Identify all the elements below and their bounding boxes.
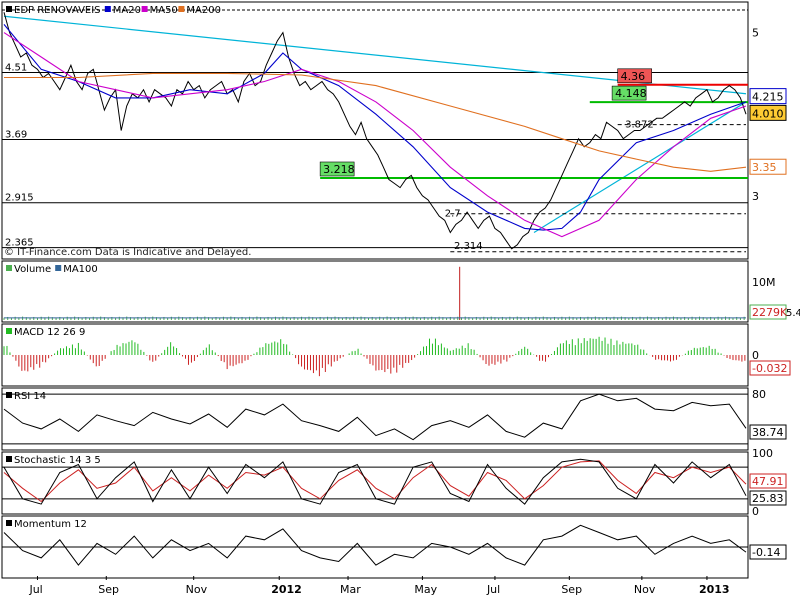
momentum-panel: Momentum 12 -0.14 [1,515,787,579]
right-label-0: 4.215 [752,91,784,104]
legend-label-0: EDP RENOVAVEIS [14,5,101,16]
legend-swatch-0 [6,265,12,271]
momentum-axis: -0.14 [749,544,787,560]
x-axis-labels: Jul Sep Nov 2012 Mar May Jul Sep Nov 2013 [28,576,730,596]
momentum-legend: Momentum 12 [6,519,87,530]
rsi-right-label: 38.74 [752,426,784,439]
annotation-1: 2.7 [445,209,461,220]
right-label-2: 3.35 [752,161,777,174]
stoch-tick-0: 0 [752,505,759,518]
x-label-6: Jul [486,583,500,596]
stoch-label-1: 47.91 [752,475,784,488]
stochastic-panel: Stochastic 14 3 5 100 0 47.91 25.83 [1,447,787,518]
volume-axis: 10M 2279K5.4 [749,276,800,320]
rsi-panel: RSI 14 80 38.74 [1,387,787,451]
price-axis: 5434.2154.0103.35 [749,27,787,203]
boxed-label-0: 4.36 [621,70,646,83]
stochastic-axis: 100 0 47.91 25.83 [749,447,787,518]
x-label-0: Jul [28,583,42,596]
stock-chart: 4.513.692.9152.365 4.364.1483.2183.8722.… [1,1,800,596]
momentum-right-label: -0.14 [752,546,780,559]
price-legend: EDP RENOVAVEIS MA20 MA50 MA200 [6,5,221,16]
legend-swatch-0 [6,6,12,12]
legend-label-0: MACD 12 26 9 [14,327,85,338]
x-label-8: Nov [634,583,656,596]
volume-tick-10m: 10M [752,276,776,289]
legend-swatch-0 [6,392,12,398]
volume-right-label: 2279K [752,306,788,319]
legend-swatch-3 [178,6,185,12]
legend-label-0: Volume [14,264,51,275]
annotation-0: 3.872 [625,120,654,131]
rsi-axis: 80 38.74 [749,388,787,440]
level-label-2: 2.915 [5,193,34,204]
legend-swatch-2 [141,6,148,12]
annotation-2: 2.314 [454,241,483,252]
stoch-tick-100: 100 [752,447,773,460]
macd-right-label: -0.032 [752,362,787,375]
legend-label-2: MA50 [150,5,178,16]
price-tick-0: 5 [752,27,759,40]
legend-label-0: Stochastic 14 3 5 [14,455,101,466]
level-label-0: 4.51 [5,63,27,74]
price-panel: 4.513.692.9152.365 4.364.1483.2183.8722.… [1,1,787,260]
x-label-4: Mar [340,583,361,596]
right-label-1: 4.010 [752,107,784,120]
x-label-2: Nov [186,583,208,596]
price-tick-2: 3 [752,190,759,203]
macd-axis: 0-0.032 [749,349,791,376]
stochastic-legend: Stochastic 14 3 5 [6,455,101,466]
legend-swatch-0 [6,520,12,526]
x-label-1: Sep [98,583,119,596]
legend-label-1: MA20 [113,5,141,16]
legend-label-0: RSI 14 [14,391,46,402]
legend-label-3: MA200 [186,5,221,16]
x-label-7: Sep [561,583,582,596]
rsi-tick-80: 80 [752,388,766,401]
x-label-9: 2013 [699,583,730,596]
legend-swatch-1 [104,6,111,12]
x-label-5: May [414,583,437,596]
stoch-label-2: 25.83 [752,492,784,505]
macd-panel: MACD 12 26 9 0-0.032 [1,323,791,387]
legend-label-1: MA100 [63,264,98,275]
legend-swatch-1 [55,265,62,271]
macd-legend: MACD 12 26 9 [6,327,85,338]
level-label-1: 3.69 [5,129,27,140]
source-note: © IT-Finance.com Data is Indicative and … [4,247,251,258]
legend-swatch-0 [6,328,12,334]
x-label-3: 2012 [271,583,302,596]
legend-label-0: Momentum 12 [14,519,87,530]
volume-right-suffix: 5.4 [786,308,800,319]
macd-tick-0: 0 [752,349,759,362]
boxed-label-1: 4.148 [615,87,647,100]
volume-panel: Volume MA100 10M 2279K5.4 [1,260,800,323]
boxed-label-2: 3.218 [323,163,355,176]
legend-swatch-0 [6,456,12,462]
